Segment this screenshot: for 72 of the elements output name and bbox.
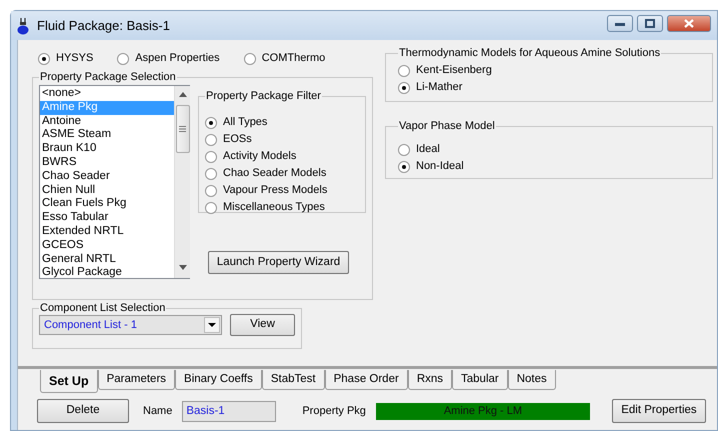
- radio-button[interactable]: [205, 202, 217, 214]
- radio-button[interactable]: [38, 52, 50, 64]
- list-item[interactable]: Chao Seader: [40, 170, 174, 184]
- radio-label[interactable]: Ideal: [416, 141, 440, 158]
- tab[interactable]: Rxns: [408, 370, 452, 390]
- tab[interactable]: Phase Order: [324, 370, 408, 390]
- radio-label[interactable]: Activity Models: [223, 148, 296, 165]
- radio-label[interactable]: Vapour Press Models: [223, 182, 328, 199]
- scroll-thumb[interactable]: [176, 105, 190, 153]
- group-title: Property Package Filter: [205, 91, 322, 102]
- list-item[interactable]: Extended NRTL: [40, 224, 174, 239]
- group-title: Thermodynamic Models for Aqueous Amine Solutions: [398, 48, 662, 59]
- radio-button[interactable]: [398, 160, 410, 172]
- close-button[interactable]: [667, 15, 711, 32]
- maximize-button[interactable]: [637, 15, 663, 32]
- radio-button[interactable]: [398, 82, 410, 94]
- scrollbar[interactable]: [174, 86, 190, 278]
- radio-button[interactable]: [398, 144, 410, 156]
- minimize-button[interactable]: [607, 15, 633, 32]
- scroll-down-icon[interactable]: [178, 265, 186, 270]
- radio-button[interactable]: [205, 116, 217, 128]
- list-item[interactable]: Chien Null: [40, 184, 174, 198]
- radio-button[interactable]: [205, 168, 217, 180]
- group-title: Property Package Selection: [39, 72, 177, 83]
- radio-label[interactable]: All Types: [223, 114, 268, 131]
- radio-button[interactable]: [205, 150, 217, 162]
- list-item[interactable]: ASME Steam: [40, 128, 174, 142]
- edit-properties-button[interactable]: Edit Properties: [612, 399, 706, 423]
- list-item[interactable]: Clean Fuels Pkg: [40, 197, 174, 212]
- property-pkg-label: Property Pkg: [302, 404, 366, 419]
- list-item[interactable]: GCEOS: [40, 238, 174, 253]
- tab[interactable]: Parameters: [98, 370, 176, 390]
- radio-label[interactable]: Li-Mather: [416, 79, 462, 96]
- delete-button[interactable]: Delete: [37, 399, 129, 423]
- radio-label[interactable]: COMThermo: [262, 50, 326, 67]
- list-item[interactable]: Esso Tabular: [40, 211, 174, 225]
- tab[interactable]: Binary Coeffs: [175, 370, 262, 390]
- list-item[interactable]: BWRS: [40, 156, 174, 170]
- radio-label[interactable]: HYSYS: [56, 50, 94, 67]
- radio-label[interactable]: Kent-Eisenberg: [416, 62, 492, 79]
- radio-button[interactable]: [205, 134, 217, 146]
- flask-icon: [17, 16, 29, 34]
- launch-wizard-button[interactable]: Launch Property Wizard: [208, 251, 349, 274]
- radio-button[interactable]: [398, 64, 410, 76]
- radio-label[interactable]: Non-Ideal: [416, 158, 464, 175]
- scroll-up-icon[interactable]: [178, 92, 186, 97]
- group-title: Component List Selection: [39, 303, 166, 314]
- tab[interactable]: Notes: [508, 370, 556, 390]
- window-title: Fluid Package: Basis-1: [37, 16, 171, 35]
- radio-label[interactable]: EOSs: [223, 131, 252, 148]
- maximize-icon: [645, 19, 655, 28]
- group-title: Vapor Phase Model: [398, 121, 496, 132]
- name-field[interactable]: Basis-1: [182, 400, 276, 422]
- list-item[interactable]: Antoine: [40, 114, 174, 128]
- tab[interactable]: Tabular: [452, 370, 508, 390]
- list-item[interactable]: Braun K10: [40, 142, 174, 156]
- radio-label[interactable]: Aspen Properties: [135, 50, 220, 67]
- list-item[interactable]: Glycol Package: [40, 266, 174, 280]
- radio-button[interactable]: [117, 52, 130, 64]
- radio-button[interactable]: [244, 52, 256, 64]
- close-icon: [684, 19, 694, 28]
- list-item[interactable]: <none>: [40, 87, 174, 101]
- name-label: Name: [143, 404, 172, 419]
- dropdown[interactable]: Component List - 1: [39, 315, 222, 335]
- property-pkg-value: Amine Pkg - LM: [376, 402, 590, 420]
- radio-label[interactable]: Chao Seader Models: [223, 165, 326, 182]
- radio-label[interactable]: Miscellaneous Types: [223, 199, 325, 216]
- list-item[interactable]: General NRTL: [40, 252, 174, 266]
- view-button[interactable]: View: [230, 314, 295, 336]
- tab[interactable]: Set Up: [40, 370, 98, 393]
- radio-button[interactable]: [205, 184, 217, 196]
- tab[interactable]: StabTest: [262, 370, 325, 390]
